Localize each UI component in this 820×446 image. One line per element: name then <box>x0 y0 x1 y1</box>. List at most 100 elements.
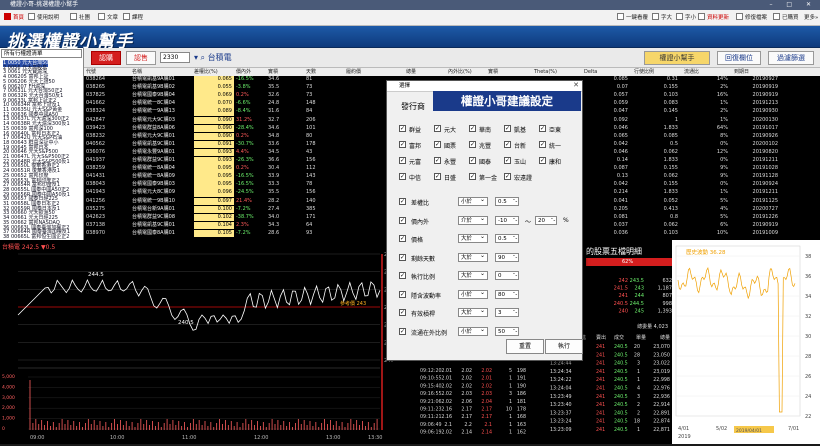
list-selector[interactable]: 所有行權證清單 <box>1 49 82 58</box>
svg-text:2.02: 2.02 <box>441 430 452 436</box>
issuer-checkbox[interactable]: ✓ <box>469 125 476 132</box>
issuer-checkbox[interactable]: ✓ <box>434 125 441 132</box>
operator-dropdown[interactable]: 大於 <box>458 307 488 317</box>
x-cursor-label: 2019/04/01 <box>736 428 762 434</box>
svg-text:198: 198 <box>517 368 526 374</box>
issuer-checkbox[interactable]: ✓ <box>504 173 511 180</box>
value-input[interactable]: 0.5 <box>495 197 519 206</box>
value-input[interactable]: 80 <box>495 289 519 299</box>
filter-checkbox[interactable]: ✓ <box>399 272 406 279</box>
table-cell: 20190919 <box>752 221 778 228</box>
value-input[interactable]: 3 <box>495 308 519 317</box>
issuer-checkbox[interactable]: ✓ <box>469 141 476 148</box>
issuer-checkbox[interactable]: ✓ <box>434 141 441 148</box>
menu-font-large[interactable]: 字大 <box>652 13 672 23</box>
svg-text:241: 241 <box>596 377 605 383</box>
put-warrant-button[interactable]: 認售 <box>126 51 156 65</box>
column-header[interactable]: Delta <box>584 68 597 76</box>
column-header[interactable]: 差權比(%) <box>194 68 218 76</box>
filter-checkbox[interactable]: ✓ <box>399 216 406 224</box>
menu-home[interactable]: 首頁 <box>4 13 24 23</box>
filter-checkbox[interactable]: ✓ <box>399 198 406 205</box>
issuer-checkbox[interactable]: ✓ <box>504 141 511 148</box>
menu-font-small[interactable]: 字小 <box>676 13 696 23</box>
restore-columns-button[interactable]: 回復欄位 <box>717 51 761 65</box>
issuer-checkbox[interactable]: ✓ <box>434 157 441 164</box>
column-header[interactable]: 履約價 <box>346 68 361 76</box>
table-cell: 156 <box>306 157 316 163</box>
call-warrant-button[interactable]: 認購 <box>91 51 121 65</box>
menu-update[interactable]: 資料更新 <box>698 13 729 23</box>
filter-checkbox[interactable]: ✓ <box>399 309 406 316</box>
issuer-checkbox[interactable]: ✓ <box>539 141 546 148</box>
column-header[interactable]: 名稱 <box>132 68 142 76</box>
issuer-checkbox[interactable]: ✓ <box>399 173 406 180</box>
operator-dropdown[interactable]: 大於 <box>458 233 488 243</box>
issuer-checkbox[interactable]: ✓ <box>469 157 476 164</box>
issuer-checkbox[interactable]: ✓ <box>399 125 406 132</box>
column-header[interactable]: 實槓 <box>268 68 278 76</box>
table-cell: 20190820 <box>752 148 778 155</box>
book-bid: 240 <box>618 308 628 314</box>
filter-checkbox[interactable]: ✓ <box>399 327 406 335</box>
menu-tutorial[interactable]: 一鍵看覆 <box>617 13 648 23</box>
issuer-checkbox[interactable]: ✓ <box>504 125 511 132</box>
column-header[interactable]: 流通比 <box>684 68 699 76</box>
operator-dropdown[interactable]: 介於 <box>458 215 488 225</box>
column-header[interactable]: 行使比例 <box>634 68 654 76</box>
small-helper-button[interactable]: 權證小幫手 <box>644 51 710 65</box>
issuer-checkbox[interactable]: ✓ <box>469 173 476 180</box>
menu-more[interactable]: 更多» <box>804 13 818 23</box>
table-cell: 20191213 <box>752 100 778 107</box>
column-header[interactable]: 總量 <box>406 68 416 76</box>
value-input[interactable]: 0.5 <box>495 234 519 243</box>
menu-article[interactable]: 文章 <box>98 13 118 23</box>
low-label: 240.5 <box>178 320 194 326</box>
issuer-checkbox[interactable]: ✓ <box>399 157 406 164</box>
column-header[interactable]: 價內外 <box>236 68 251 76</box>
column-header[interactable]: 內外比(%) <box>448 68 472 76</box>
stock-code-input[interactable]: 2330 <box>160 52 190 63</box>
menu-community[interactable]: 社團 <box>70 13 90 23</box>
value-input-max[interactable]: 20 <box>535 215 557 225</box>
issuer-checkbox[interactable]: ✓ <box>399 141 406 148</box>
value-input[interactable]: -10 <box>495 215 519 225</box>
filter-checkbox[interactable]: ✓ <box>399 253 406 261</box>
value-input[interactable]: 90 <box>495 252 519 262</box>
operator-dropdown[interactable]: 小於 <box>458 196 488 206</box>
menu-course[interactable]: 課程 <box>123 13 143 23</box>
issuer-checkbox[interactable]: ✓ <box>504 157 511 164</box>
issuer-checkbox[interactable]: ✓ <box>539 157 546 164</box>
table-cell: 1 <box>674 116 678 123</box>
column-header[interactable]: 實槓 <box>488 68 498 76</box>
column-header[interactable]: 天數 <box>306 68 316 76</box>
menu-login[interactable]: 已購買 <box>773 13 799 23</box>
operator-dropdown[interactable]: 大於 <box>458 252 488 262</box>
reset-button[interactable]: 重置 <box>506 339 544 354</box>
menu-settings[interactable]: 修復檔案 <box>736 13 767 23</box>
close-icon[interactable]: ✕ <box>573 81 579 89</box>
filter-checkbox[interactable]: ✓ <box>399 290 406 298</box>
filter-checkbox[interactable]: ✓ <box>399 235 406 242</box>
issuer-checkbox[interactable]: ✓ <box>539 125 546 132</box>
operator-dropdown[interactable]: 小於 <box>458 289 488 299</box>
operator-dropdown[interactable]: 小於 <box>458 326 488 336</box>
issuer-checkbox[interactable]: ✓ <box>434 173 441 180</box>
column-header[interactable]: 到期日 <box>734 68 749 76</box>
column-header[interactable]: Theta(%) <box>534 68 557 76</box>
value-input[interactable]: 50 <box>495 326 519 336</box>
search-icon[interactable]: ▾ ⌕ <box>194 53 208 62</box>
svg-text:240.5: 240.5 <box>614 394 628 400</box>
operator-dropdown[interactable]: 大於 <box>458 270 488 280</box>
table-cell: 0.065 <box>613 132 628 139</box>
menu-manual[interactable]: 使用說明 <box>28 13 59 23</box>
window-controls[interactable]: – □ ✕ <box>769 0 817 10</box>
column-header[interactable]: 代號 <box>86 68 96 76</box>
table-cell: 0.036 <box>613 229 628 236</box>
execute-button[interactable]: 執行 <box>545 339 583 354</box>
value-input[interactable]: 0 <box>495 271 519 280</box>
svg-text:09:21:06: 09:21:06 <box>420 399 442 405</box>
volatility-chart-svg: 38 36 34 32 30 28 26 24 22 歷史波動 36.28 4/01 5/02 2019… <box>675 245 811 440</box>
table-cell: 34.6 <box>268 76 280 82</box>
filter-button[interactable]: 過濾篩選 <box>768 51 814 65</box>
